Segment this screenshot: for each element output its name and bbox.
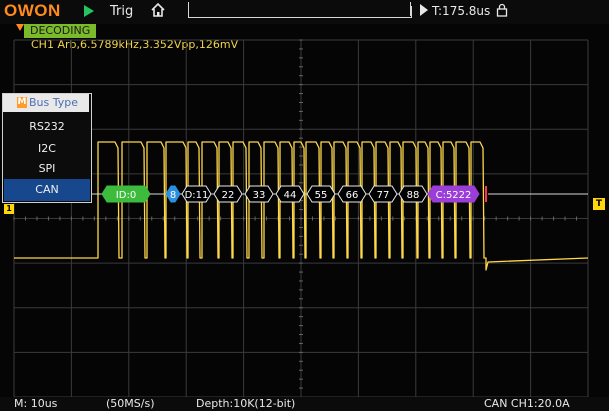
oscilloscope-screen: OWON Trig T:175.8us DECODING CH1 Arb,6.5… xyxy=(0,0,609,411)
bottom-status-bar: M: 10us (50MS/s) Depth:10K(12-bit) CAN C… xyxy=(0,397,609,411)
timebase[interactable]: M: 10us xyxy=(14,397,57,411)
decode-frames: ID:0 8 D:11 22 33 44 55 66 77 88 C:5222 xyxy=(14,185,588,203)
decode-frame-label: 88 xyxy=(407,190,420,201)
menu-item-can[interactable]: CAN xyxy=(4,179,90,201)
menu-item-i2c[interactable]: I2C xyxy=(4,138,90,160)
memory-depth[interactable]: Depth:10K(12-bit) xyxy=(196,397,295,411)
ch1-level-marker[interactable]: 1 xyxy=(4,204,14,214)
menu-badge: M xyxy=(17,97,27,108)
bus-type-title: Bus Type xyxy=(29,96,79,109)
waveform-display: ID:0 8 D:11 22 33 44 55 66 77 88 C:5222 xyxy=(13,39,589,398)
bus-type-menu-header: M Bus Type xyxy=(3,94,89,112)
bus-type-menu: M Bus Type RS232 I2C SPI CAN xyxy=(2,93,92,203)
sample-rate: (50MS/s) xyxy=(106,397,155,410)
trigger-level-marker[interactable]: T xyxy=(593,198,605,210)
decode-frame-label: D:11 xyxy=(185,190,209,201)
decode-frame-label: 8 xyxy=(170,190,176,201)
menu-item-rs232[interactable]: RS232 xyxy=(4,116,90,138)
decode-frame-label: 33 xyxy=(253,190,266,201)
decode-frame-label: 66 xyxy=(346,190,359,201)
trigger-info[interactable]: CAN CH1:20.0A xyxy=(484,397,570,411)
decode-frame-label: 44 xyxy=(284,190,297,201)
decode-frame-label: C:5222 xyxy=(436,190,472,201)
menu-item-spi[interactable]: SPI xyxy=(4,158,90,180)
decode-frame-label: 55 xyxy=(315,190,328,201)
decode-frame-label: 77 xyxy=(377,190,390,201)
decode-frame-label: 22 xyxy=(222,190,235,201)
decode-frame-label: ID:0 xyxy=(116,190,136,201)
graticule xyxy=(13,39,589,398)
trigger-pointer-icon xyxy=(16,24,24,31)
